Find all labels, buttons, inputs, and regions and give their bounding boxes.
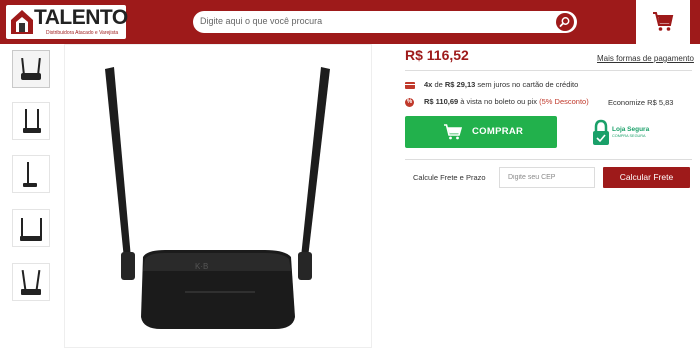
router-image: [21, 57, 41, 80]
economize-text: Economize R$ 5,83: [608, 98, 674, 107]
calculate-shipping-button[interactable]: Calcular Frete: [603, 167, 690, 188]
credit-card-icon: [405, 81, 415, 89]
product-main-image[interactable]: K·B: [64, 44, 372, 348]
divider: [405, 70, 692, 71]
cash-suffix: à vista no boleto ou pix: [460, 97, 538, 106]
discount-text: (5% Desconto): [539, 97, 589, 106]
secure-title: Loja Segura: [612, 126, 650, 133]
logo-text: TALENTO: [34, 6, 128, 29]
installment-amount: R$ 29,13: [444, 80, 476, 89]
product-price: R$ 116,52: [405, 47, 469, 63]
secure-subtitle: COMPRA SEGURA: [612, 134, 646, 138]
installment-suffix: sem juros no cartão de crédito: [477, 80, 579, 89]
search-button[interactable]: [556, 13, 574, 31]
cash-amount: R$ 110,69: [424, 97, 459, 106]
search-bar[interactable]: Digite aqui o que você procura: [193, 11, 577, 33]
thumbnail-router-angle-right[interactable]: [12, 102, 50, 140]
thumbnail-router-back[interactable]: [12, 263, 50, 301]
divider: [405, 159, 692, 160]
cep-input[interactable]: [499, 167, 595, 188]
router-image: [23, 162, 37, 187]
search-input[interactable]: Digite aqui o que você procura: [200, 16, 322, 26]
cart-icon: [444, 124, 463, 140]
router-image: [21, 269, 41, 295]
cart-button[interactable]: [636, 0, 690, 44]
cash-price-info: % R$ 110,69 à vista no boleto ou pix (5% …: [405, 97, 589, 107]
installment-count: 4x: [424, 80, 433, 89]
percent-icon: %: [405, 97, 414, 107]
shipping-label: Calcule Frete e Prazo: [413, 173, 486, 182]
search-icon: [559, 17, 570, 27]
logo-subtitle: Distribuidora Atacado e Varejista: [46, 30, 119, 36]
buy-button[interactable]: COMPRAR: [405, 116, 557, 148]
thumbnail-router-angle-left[interactable]: [12, 209, 50, 247]
thumbnail-list: [10, 44, 54, 344]
padlock-icon: [593, 119, 609, 145]
installment-of: de: [434, 80, 443, 89]
router-image: [20, 218, 42, 241]
buy-button-label: COMPRAR: [472, 126, 524, 137]
thumbnail-router-side[interactable]: [12, 155, 50, 193]
router-image: [23, 109, 41, 133]
router-image: K·B: [105, 67, 330, 329]
installment-info: 4x de R$ 29,13 sem juros no cartão de cr…: [405, 80, 578, 89]
house-logo-icon: [11, 10, 33, 34]
svg-text:K·B: K·B: [195, 262, 208, 271]
site-logo[interactable]: TALENTO Distribuidora Atacado e Varejist…: [6, 5, 128, 39]
secure-store-badge: Loja Segura COMPRA SEGURA: [592, 119, 652, 147]
thumbnail-router-front[interactable]: [12, 50, 50, 88]
cart-icon: [653, 12, 674, 31]
site-header: TALENTO Distribuidora Atacado e Varejist…: [0, 0, 700, 44]
payment-options-link[interactable]: Mais formas de pagamento: [597, 54, 694, 63]
